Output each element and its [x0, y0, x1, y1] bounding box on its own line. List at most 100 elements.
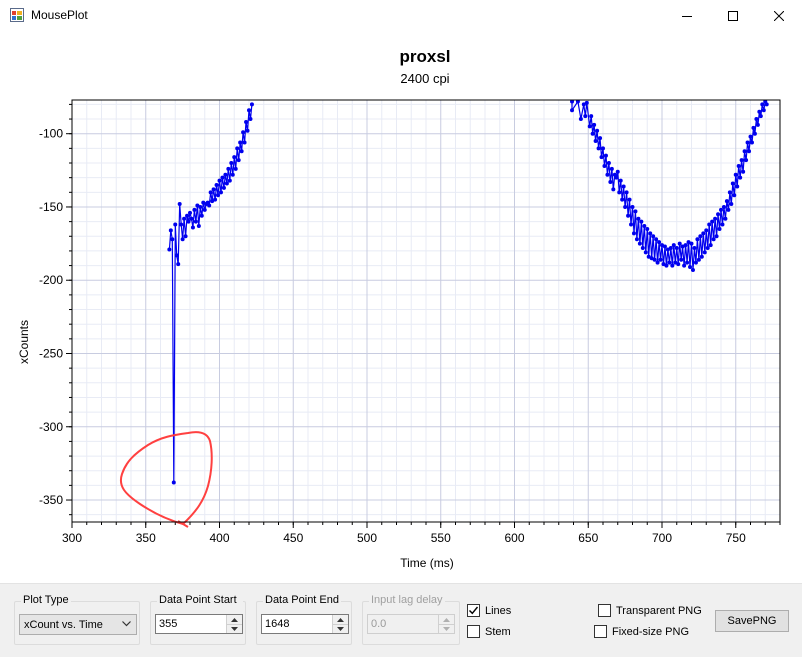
- data-point: [608, 180, 613, 185]
- data-point: [736, 163, 741, 168]
- lines-checkbox-box[interactable]: [467, 604, 480, 617]
- data-point: [705, 245, 710, 250]
- data-point: [639, 219, 644, 224]
- data-point: [677, 241, 682, 246]
- data-point: [598, 136, 603, 141]
- input-lag-delay-field[interactable]: [371, 618, 431, 630]
- data-point-end-field[interactable]: [265, 618, 325, 630]
- data-point: [741, 169, 746, 174]
- data-point: [764, 102, 769, 107]
- data-point: [180, 237, 185, 242]
- close-button[interactable]: [756, 0, 802, 31]
- data-point: [226, 166, 231, 171]
- x-tick-label: 400: [209, 531, 229, 545]
- data-point-end-input[interactable]: [261, 614, 349, 634]
- spin-up-icon[interactable]: [333, 615, 348, 624]
- fixed-size-png-checkbox-box[interactable]: [594, 625, 607, 638]
- data-point: [596, 146, 601, 151]
- data-point: [631, 231, 636, 236]
- data-point: [223, 172, 228, 177]
- data-point: [652, 257, 657, 262]
- stem-checkbox[interactable]: Stem: [467, 625, 511, 638]
- data-point: [640, 245, 645, 250]
- data-point: [198, 204, 203, 209]
- title-bar[interactable]: MousePlot: [0, 0, 802, 31]
- y-tick-label: -100: [39, 127, 63, 141]
- data-point: [676, 262, 681, 267]
- data-point: [662, 244, 667, 249]
- data-point: [717, 226, 722, 231]
- minimize-button[interactable]: [664, 0, 710, 31]
- data-point: [720, 222, 725, 227]
- data-point-start-spinner[interactable]: [226, 615, 242, 633]
- data-point: [602, 163, 607, 168]
- spin-up-icon[interactable]: [439, 615, 454, 624]
- data-point: [601, 146, 605, 151]
- y-tick-label: -300: [39, 420, 63, 434]
- maximize-button[interactable]: [710, 0, 756, 31]
- data-point: [668, 245, 673, 250]
- y-tick-label: -150: [39, 200, 63, 214]
- spin-up-icon[interactable]: [227, 615, 242, 624]
- data-point: [603, 153, 608, 158]
- data-point: [233, 166, 238, 171]
- data-point: [754, 117, 759, 122]
- control-panel: Plot Type xCount vs. Time Data Point Sta…: [0, 583, 802, 657]
- data-point: [757, 109, 762, 114]
- data-point: [190, 225, 195, 230]
- data-point: [685, 260, 690, 265]
- data-point: [248, 117, 253, 122]
- data-point: [247, 108, 251, 113]
- data-point: [621, 184, 626, 189]
- data-point: [202, 207, 207, 212]
- spin-down-icon[interactable]: [227, 624, 242, 633]
- data-point: [623, 204, 628, 209]
- data-point: [232, 155, 237, 160]
- plot-area[interactable]: proxsl 2400 cpi Time (ms) xCounts 300 350…: [0, 31, 802, 583]
- data-point: [249, 102, 254, 107]
- input-lag-delay-input[interactable]: [367, 614, 455, 634]
- app-icon: [10, 8, 24, 22]
- maximize-icon: [728, 10, 738, 21]
- data-point: [744, 158, 749, 163]
- data-point-start-label: Data Point Start: [157, 594, 243, 605]
- data-point: [221, 185, 226, 190]
- window-title: MousePlot: [31, 8, 88, 22]
- y-tick-label: -200: [39, 273, 63, 287]
- data-point-end-spinner[interactable]: [332, 615, 348, 633]
- lines-checkbox[interactable]: Lines: [467, 604, 511, 617]
- data-point: [230, 172, 235, 177]
- data-point: [618, 178, 623, 183]
- transparent-png-checkbox[interactable]: Transparent PNG: [598, 604, 702, 617]
- checkmark-icon: [469, 606, 479, 615]
- data-point: [627, 197, 632, 202]
- data-point: [745, 140, 750, 145]
- input-lag-delay-label: Input lag delay: [369, 594, 445, 607]
- minimize-icon: [682, 15, 692, 17]
- data-point: [693, 260, 698, 265]
- data-point: [185, 213, 190, 218]
- data-point: [707, 222, 712, 227]
- transparent-png-checkbox-box[interactable]: [598, 604, 611, 617]
- data-point: [726, 207, 731, 212]
- x-tick-label: 700: [652, 531, 672, 545]
- x-tick-label: 600: [504, 531, 524, 545]
- data-point: [235, 146, 240, 151]
- data-point-start-field[interactable]: [159, 618, 219, 630]
- data-point: [634, 237, 639, 242]
- chart[interactable]: proxsl 2400 cpi Time (ms) xCounts 300 350…: [0, 31, 802, 583]
- y-tick-label: -350: [39, 493, 63, 507]
- save-png-button[interactable]: SavePNG: [715, 610, 789, 632]
- spin-down-icon[interactable]: [439, 624, 454, 633]
- data-point-start-input[interactable]: [155, 614, 243, 634]
- data-point: [570, 108, 575, 113]
- plot-type-select[interactable]: xCount vs. Time: [19, 614, 137, 635]
- data-point: [667, 260, 672, 265]
- data-point: [738, 175, 743, 180]
- data-point: [590, 131, 595, 136]
- fixed-size-png-checkbox[interactable]: Fixed-size PNG: [594, 625, 689, 638]
- spin-down-icon[interactable]: [333, 624, 348, 633]
- input-lag-delay-spinner[interactable]: [438, 615, 454, 633]
- stem-checkbox-box[interactable]: [467, 625, 480, 638]
- data-point: [174, 253, 179, 258]
